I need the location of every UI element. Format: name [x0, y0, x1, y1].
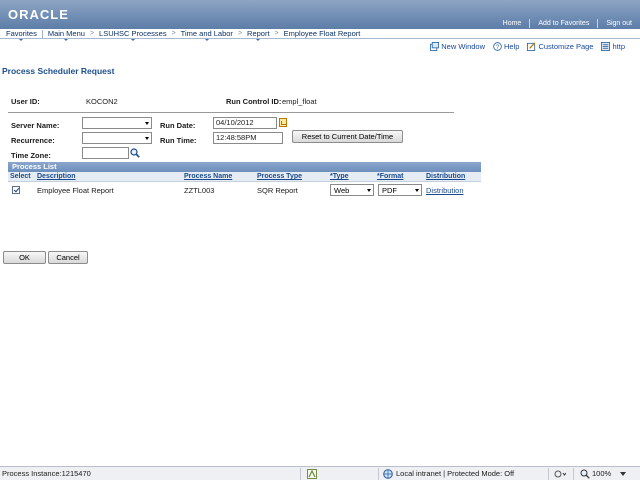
status-divider — [573, 468, 574, 480]
zoom-icon — [580, 469, 590, 479]
security-zone-text: Local intranet | Protected Mode: Off — [396, 469, 515, 478]
customize-page-link[interactable]: Customize Page — [527, 42, 593, 51]
process-list-header: Select Description Process Name Process … — [8, 172, 481, 182]
run-control-label: Run Control ID: — [226, 97, 282, 106]
nav-lsuhsc-processes[interactable]: LSUHSC Processes — [96, 29, 170, 41]
column-header-description[interactable]: Description — [37, 173, 76, 180]
customize-page-icon — [527, 42, 536, 51]
chevron-down-icon — [145, 137, 149, 140]
nav-time-and-labor[interactable]: Time and Labor — [178, 29, 236, 41]
time-zone-input[interactable] — [82, 147, 129, 159]
column-header-format[interactable]: *Format — [377, 173, 403, 180]
column-header-distribution[interactable]: Distribution — [426, 173, 465, 180]
column-header-select: Select — [10, 173, 31, 180]
run-time-label: Run Time: — [160, 136, 197, 145]
chevron-right-icon: > — [274, 30, 279, 37]
zoom-level[interactable]: 100% — [592, 469, 611, 478]
calendar-icon[interactable] — [279, 118, 287, 127]
distribution-link[interactable]: Distribution — [426, 186, 464, 195]
recurrence-select[interactable] — [82, 132, 152, 144]
recurrence-label: Recurrence: — [11, 136, 55, 145]
section-divider — [8, 112, 454, 113]
nav-favorites[interactable]: Favorites — [3, 29, 40, 41]
new-window-icon — [430, 42, 440, 51]
help-icon: ? — [493, 42, 502, 51]
nav-report[interactable]: Report — [244, 29, 273, 41]
chevron-down-icon[interactable] — [620, 472, 626, 476]
reset-date-time-button[interactable]: Reset to Current Date/Time — [292, 130, 403, 143]
http-link[interactable]: http — [601, 42, 625, 51]
nav-divider — [41, 29, 43, 38]
oracle-logo: ORACLE — [8, 7, 69, 22]
status-divider — [378, 468, 379, 480]
server-name-label: Server Name: — [11, 121, 60, 130]
add-to-favorites-link[interactable]: Add to Favorites — [529, 19, 597, 28]
chevron-down-icon — [130, 39, 135, 41]
header-links: Home Add to Favorites Sign out — [495, 18, 640, 29]
new-window-link[interactable]: New Window — [430, 42, 485, 51]
page-title: Process Scheduler Request — [2, 66, 115, 76]
select-checkbox[interactable] — [12, 186, 20, 194]
header-banner: ORACLE Home Add to Favorites Sign out — [0, 0, 640, 29]
chevron-down-icon — [367, 189, 371, 192]
nav-employee-float-report[interactable]: Employee Float Report — [281, 29, 364, 38]
status-divider — [548, 468, 549, 480]
user-id-value: KOCON2 — [86, 97, 118, 106]
breadcrumb: Favorites Main Menu > LSUHSC Processes >… — [0, 29, 640, 41]
process-type-cell: SQR Report — [257, 186, 298, 195]
help-link[interactable]: ? Help — [493, 42, 519, 51]
lookup-search-icon[interactable] — [130, 148, 140, 158]
browser-status-bar: Process Instance:1215470 Local intranet … — [0, 466, 640, 480]
server-name-select[interactable] — [82, 117, 152, 129]
time-zone-label: Time Zone: — [11, 151, 51, 160]
nav-main-menu[interactable]: Main Menu — [45, 29, 88, 41]
chevron-right-icon: > — [89, 30, 95, 37]
description-cell: Employee Float Report — [37, 186, 114, 195]
security-settings-icon[interactable] — [554, 469, 566, 479]
process-name-cell: ZZTL003 — [184, 186, 215, 195]
page-toolbar: New Window ? Help Customize Page http — [430, 42, 625, 51]
type-select[interactable]: Web — [330, 184, 374, 196]
chevron-right-icon: > — [171, 30, 176, 37]
chevron-down-icon — [415, 189, 419, 192]
svg-text:?: ? — [496, 44, 500, 51]
protected-mode-icon — [307, 469, 317, 479]
home-link[interactable]: Home — [495, 19, 530, 28]
chevron-down-icon — [204, 39, 209, 41]
run-time-input[interactable]: 12:48:58PM — [213, 132, 283, 144]
run-date-input[interactable]: 04/10/2012 — [213, 117, 277, 129]
status-divider — [300, 468, 301, 480]
run-control-value: empl_float — [282, 97, 317, 106]
table-row: Employee Float Report ZZTL003 SQR Report… — [8, 183, 481, 197]
sign-out-link[interactable]: Sign out — [597, 19, 640, 28]
process-list-title: Process List — [8, 162, 481, 172]
column-header-process-type[interactable]: Process Type — [257, 173, 302, 180]
cancel-button[interactable]: Cancel — [48, 251, 88, 264]
format-select[interactable]: PDF — [378, 184, 422, 196]
globe-icon — [383, 469, 393, 479]
chevron-down-icon — [145, 122, 149, 125]
column-header-type[interactable]: *Type — [330, 173, 349, 180]
column-header-process-name[interactable]: Process Name — [184, 173, 232, 180]
page-icon — [601, 42, 611, 51]
chevron-down-icon — [256, 39, 261, 41]
user-id-label: User ID: — [11, 97, 40, 106]
chevron-right-icon: > — [237, 30, 243, 37]
chevron-down-icon — [19, 39, 24, 41]
status-text: Process Instance:1215470 — [2, 469, 91, 478]
run-date-label: Run Date: — [160, 121, 196, 130]
ok-button[interactable]: OK — [3, 251, 46, 264]
chevron-down-icon — [64, 39, 69, 41]
